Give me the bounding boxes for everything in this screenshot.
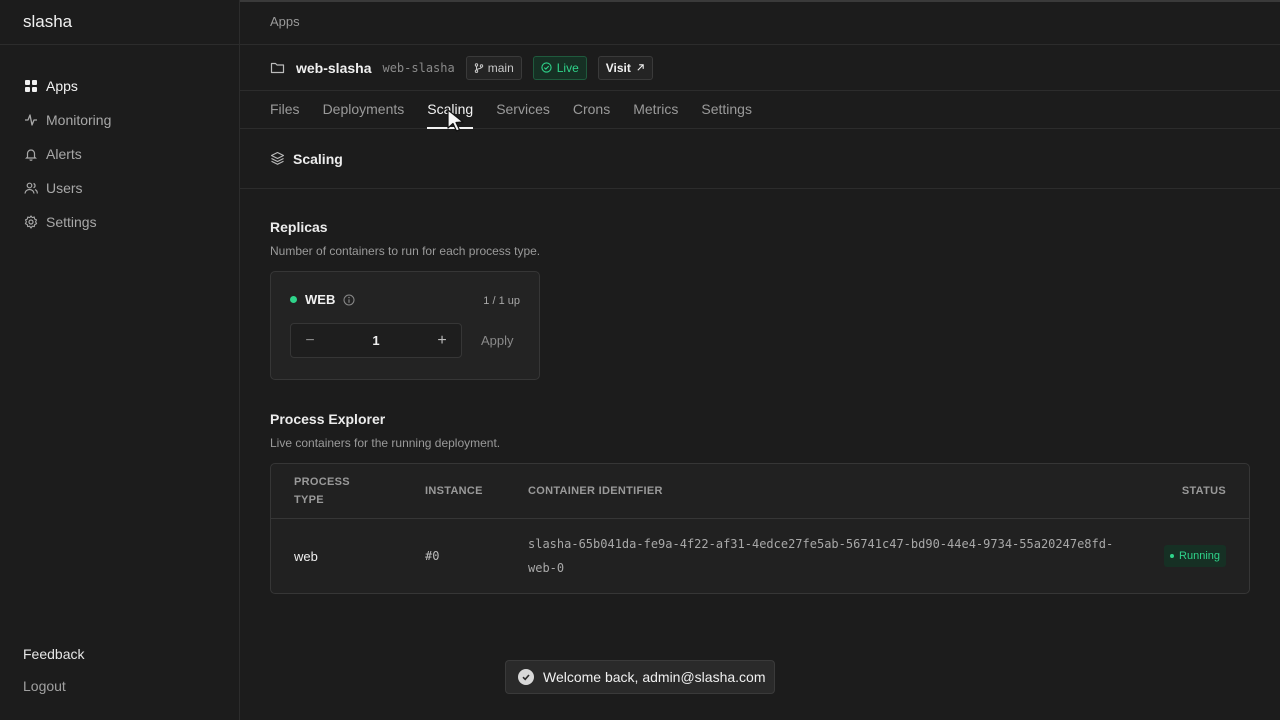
col-instance: INSTANCE xyxy=(425,485,483,497)
tab-settings[interactable]: Settings xyxy=(701,91,752,128)
sidebar-item-label: Monitoring xyxy=(46,112,112,128)
status-badge: Running xyxy=(1164,545,1226,567)
replica-card-web: WEB 1 / 1 up − 1 + Apply xyxy=(270,271,540,380)
section-title: Scaling xyxy=(293,150,343,167)
feedback-link[interactable]: Feedback xyxy=(23,646,84,662)
live-status-badge: Live xyxy=(532,55,587,80)
container-id-line2: web-0 xyxy=(528,561,565,575)
live-status-label: Live xyxy=(556,60,579,75)
replica-controls: − 1 + Apply xyxy=(290,323,520,358)
app-slug: web-slasha xyxy=(382,60,455,75)
sidebar-item-label: Alerts xyxy=(46,146,82,162)
app-header: web-slasha web-slasha main Live Visit xyxy=(240,45,1280,91)
tab-metrics[interactable]: Metrics xyxy=(633,91,678,128)
container-id-line1: slasha-65b041da-fe9a-4f22-af31-4edce27fe… xyxy=(528,537,1114,551)
tab-crons[interactable]: Crons xyxy=(573,91,610,128)
table-row: web #0 slasha-65b041da-fe9a-4f22-af31-4e… xyxy=(271,519,1249,593)
brand-logo[interactable]: slasha xyxy=(0,0,239,45)
status-dot xyxy=(290,296,297,303)
git-branch-icon xyxy=(474,62,483,73)
check-icon xyxy=(518,669,534,685)
toast-notification: Welcome back, admin@slasha.com xyxy=(505,660,775,694)
app-tabs: Files Deployments Scaling Services Crons… xyxy=(240,91,1280,129)
users-icon xyxy=(23,181,38,196)
section-header: Scaling xyxy=(240,129,1280,189)
gear-icon xyxy=(23,215,38,230)
app-name: web-slasha xyxy=(296,59,372,76)
sidebar-item-label: Users xyxy=(46,180,83,196)
process-explorer-title: Process Explorer xyxy=(270,411,386,427)
col-process-type-line1: PROCESS xyxy=(294,476,350,488)
sidebar-item-label: Apps xyxy=(46,78,78,94)
toast-message: Welcome back, admin@slasha.com xyxy=(543,669,766,685)
status-label: Running xyxy=(1179,550,1220,562)
cell-instance: #0 xyxy=(425,549,440,563)
check-circle-icon xyxy=(541,62,552,73)
cell-process-type: web xyxy=(294,548,318,564)
col-process-type: PROCESS TYPE xyxy=(271,473,425,509)
bell-icon xyxy=(23,147,38,162)
main-content: Apps web-slasha web-slasha main Live Vis… xyxy=(240,0,1280,720)
sidebar-item-alerts[interactable]: Alerts xyxy=(0,137,239,171)
col-status: STATUS xyxy=(1181,485,1226,497)
tab-files[interactable]: Files xyxy=(270,91,300,128)
sidebar-item-monitoring[interactable]: Monitoring xyxy=(0,103,239,137)
visit-label: Visit xyxy=(605,60,631,75)
decrement-button[interactable]: − xyxy=(303,332,317,350)
process-table: PROCESS TYPE INSTANCE CONTAINER IDENTIFI… xyxy=(270,463,1250,594)
col-process-type-line2: TYPE xyxy=(294,494,324,506)
replica-count-input[interactable]: 1 xyxy=(372,333,379,348)
status-dot xyxy=(1170,554,1175,558)
arrow-up-right-icon xyxy=(637,64,644,71)
cell-status: Running xyxy=(1148,545,1249,567)
top-divider xyxy=(240,0,1280,2)
process-explorer-subtitle: Live containers for the running deployme… xyxy=(270,436,501,450)
sidebar-item-label: Settings xyxy=(46,214,97,230)
tab-deployments[interactable]: Deployments xyxy=(323,91,405,128)
process-name: WEB xyxy=(305,292,336,307)
layers-icon xyxy=(270,151,285,165)
branch-chip: main xyxy=(465,55,522,80)
replica-stepper: − 1 + xyxy=(290,323,462,358)
table-header: PROCESS TYPE INSTANCE CONTAINER IDENTIFI… xyxy=(271,464,1249,519)
breadcrumb-apps[interactable]: Apps xyxy=(270,14,300,29)
activity-icon xyxy=(23,113,38,128)
sidebar-nav: Apps Monitoring Alerts Users Settings xyxy=(0,45,239,239)
branch-name: main xyxy=(487,60,514,75)
increment-button[interactable]: + xyxy=(435,332,449,350)
tab-services[interactable]: Services xyxy=(496,91,550,128)
breadcrumb: Apps xyxy=(240,0,1280,45)
replica-up-count: 1 / 1 up xyxy=(483,295,520,307)
replicas-subtitle: Number of containers to run for each pro… xyxy=(270,244,541,258)
grid-icon xyxy=(23,79,38,94)
sidebar-item-settings[interactable]: Settings xyxy=(0,205,239,239)
logout-link[interactable]: Logout xyxy=(23,678,84,694)
process-explorer: Process Explorer Live containers for the… xyxy=(270,411,1250,594)
cell-container-id: slasha-65b041da-fe9a-4f22-af31-4edce27fe… xyxy=(528,532,1148,580)
replicas-title: Replicas xyxy=(270,219,328,235)
folder-icon xyxy=(270,62,285,74)
sidebar-item-users[interactable]: Users xyxy=(0,171,239,205)
scaling-content: Replicas Number of containers to run for… xyxy=(240,189,1280,594)
tab-scaling[interactable]: Scaling xyxy=(427,91,473,129)
sidebar-footer: Feedback Logout xyxy=(23,630,84,694)
sidebar: slasha Apps Monitoring Alerts Users Sett… xyxy=(0,0,240,720)
visit-button[interactable]: Visit xyxy=(597,55,653,80)
info-icon[interactable] xyxy=(343,294,355,306)
apply-button[interactable]: Apply xyxy=(481,333,514,348)
sidebar-item-apps[interactable]: Apps xyxy=(0,69,239,103)
col-container: CONTAINER IDENTIFIER xyxy=(528,485,663,497)
